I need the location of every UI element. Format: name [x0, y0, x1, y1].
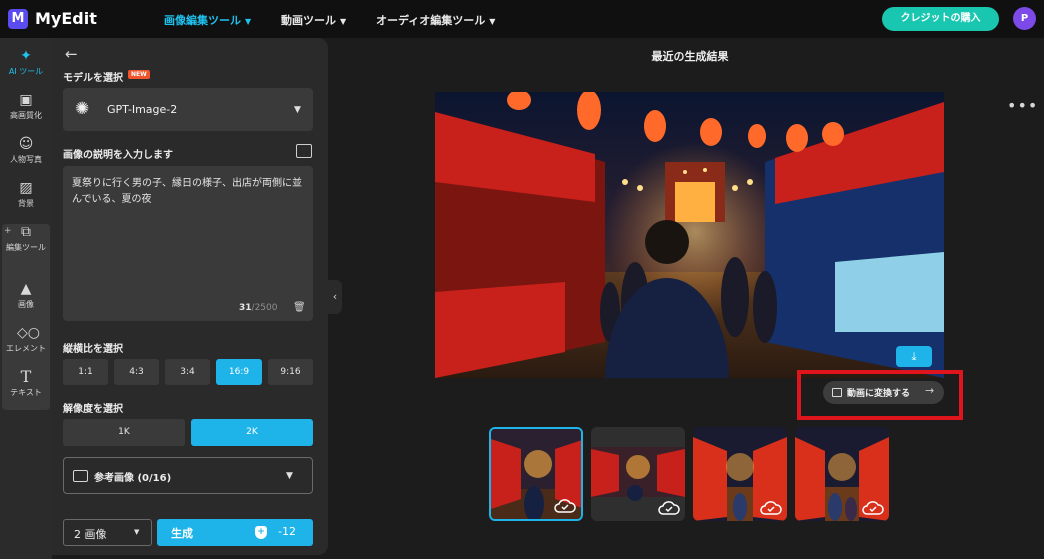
avatar[interactable]: P [1013, 7, 1036, 30]
resolution-button-2k[interactable]: 2K [191, 419, 313, 446]
chevron-down-icon: ▼ [245, 17, 252, 26]
resolution-label: 解像度を選択 [63, 404, 123, 415]
prompt-label: 画像の説明を入力します [63, 150, 173, 161]
openai-logo-icon: ✺ [75, 99, 90, 119]
new-badge: NEW [128, 70, 150, 79]
ratio-button-3-4[interactable]: 3:4 [165, 359, 210, 385]
rail-item-label: 高画質化 [10, 111, 42, 120]
thumbnail-2[interactable] [591, 427, 685, 521]
main-title: 最近の生成結果 [651, 50, 729, 63]
rail-item-label: 編集ツール [6, 243, 46, 252]
logo-icon[interactable]: M [8, 9, 28, 29]
rail-item-background[interactable]: ▨ 背景 [2, 174, 50, 216]
ratio-button-1-1[interactable]: 1:1 [63, 359, 108, 385]
caret-down-icon: ▼ [286, 471, 293, 481]
rail-item-label: エレメント [6, 344, 46, 353]
rail-item-element[interactable]: ◇○ エレメント [2, 319, 50, 361]
more-options-icon[interactable]: ••• [1007, 96, 1038, 115]
convert-to-video-label: 動画に変換する [847, 389, 911, 399]
rail-item-enhance[interactable]: ▣ 高画質化 [2, 86, 50, 128]
magic-wand-icon: ✦ [20, 48, 32, 64]
image-icon: ▲ [20, 281, 32, 297]
caret-down-icon: ▼ [134, 528, 140, 536]
cloud-check-icon [862, 500, 884, 516]
generate-button[interactable]: 生成 + -12 [157, 519, 313, 546]
chevron-down-icon: ▼ [489, 17, 496, 26]
ratio-button-9-16[interactable]: 9:16 [268, 359, 313, 385]
thumbnail-3[interactable] [693, 427, 787, 521]
app-root: M MyEdit 画像編集ツール ▼ 動画ツール ▼ オーディオ編集ツール ▼ クレジ… [0, 0, 1044, 559]
chevron-left-icon: ‹ [332, 290, 338, 303]
rail-item-label: 画像 [18, 300, 34, 309]
nav-video-tools[interactable]: 動画ツール ▼ [281, 12, 346, 28]
buy-credits-button[interactable]: クレジットの購入 [882, 7, 999, 31]
generate-cost: -12 [278, 525, 296, 538]
festival-scene-image [435, 92, 944, 378]
rail-item-ai-tools[interactable]: ✦ AI ツール [2, 42, 50, 84]
nav-audio-tools[interactable]: オーディオ編集ツール ▼ [376, 12, 495, 28]
rail-item-label: 背景 [18, 199, 34, 208]
caret-down-icon: ▼ [294, 105, 301, 115]
char-counter: 31/2500 [239, 303, 277, 313]
reference-image-label: 参考画像 (0/16) [94, 473, 172, 484]
thumbnail-4[interactable] [795, 427, 889, 521]
top-bar: M MyEdit 画像編集ツール ▼ 動画ツール ▼ オーディオ編集ツール ▼ クレジ… [0, 0, 1044, 38]
shapes-icon: ◇○ [17, 325, 40, 341]
rail-item-portrait[interactable]: ☺ 人物写真 [2, 130, 50, 172]
rail-item-label: 人物写真 [10, 155, 42, 164]
image-count-value: 2 画像 [74, 528, 107, 541]
back-arrow-icon[interactable]: ← [65, 45, 78, 63]
trash-icon[interactable]: 🗑 [293, 302, 306, 313]
logo-text[interactable]: MyEdit [35, 9, 97, 28]
enhance-icon: ▣ [19, 92, 33, 108]
crop-icon: ⧉ [21, 224, 31, 240]
cloud-check-icon [554, 498, 576, 514]
model-select[interactable]: ✺ GPT-Image-2 ▼ [63, 88, 313, 131]
rail-item-edit-tools[interactable]: ⧉ 編集ツール [2, 218, 50, 260]
generate-label: 生成 [171, 527, 193, 540]
portrait-icon: ☺ [18, 136, 34, 152]
image-prompt-icon[interactable] [296, 144, 312, 158]
rail-item-text[interactable]: T テキスト [2, 363, 50, 405]
text-icon: T [20, 367, 32, 386]
nav-audio-tools-label: オーディオ編集ツール [376, 14, 486, 27]
thumbnail-1[interactable] [489, 427, 583, 521]
nav-image-tools-label: 画像編集ツール [164, 14, 241, 27]
resolution-button-1k[interactable]: 1K [63, 419, 185, 446]
collapse-panel-handle[interactable]: ‹ [328, 280, 342, 314]
reference-image-select[interactable]: 参考画像 (0/16) ▼ [63, 457, 313, 494]
chevron-down-icon: ▼ [340, 17, 347, 26]
ratio-button-16-9[interactable]: 16:9 [216, 359, 262, 385]
arrow-right-icon: → [925, 384, 935, 397]
generated-image[interactable] [435, 92, 944, 378]
rail-item-image[interactable]: ▲ 画像 [2, 275, 50, 317]
model-value: GPT-Image-2 [107, 103, 178, 116]
prompt-text: 夏祭りに行く男の子、縁日の様子、出店が両側に並んでいる、夏の夜 [72, 178, 302, 205]
ratio-label: 縦横比を選択 [63, 344, 123, 355]
download-icon: ⤓ [911, 350, 917, 363]
cloud-check-icon [760, 500, 782, 516]
char-limit: /2500 [251, 303, 278, 313]
cloud-check-icon [658, 500, 680, 516]
nav-image-tools[interactable]: 画像編集ツール ▼ [164, 12, 251, 28]
model-label: モデルを選択 [63, 73, 123, 84]
video-icon [832, 388, 842, 397]
reference-image-icon [73, 470, 88, 482]
ratio-button-4-3[interactable]: 4:3 [114, 359, 159, 385]
rail-item-label: AI ツール [8, 67, 44, 76]
download-button[interactable]: ⤓ [896, 346, 932, 367]
background-icon: ▨ [19, 180, 33, 196]
char-count: 31 [239, 303, 252, 313]
convert-to-video-button[interactable]: 動画に変換する → [823, 381, 944, 404]
image-count-select[interactable]: 2 画像 ▼ [63, 519, 152, 546]
rail-item-label: テキスト [10, 388, 42, 397]
credit-shield-icon: + [255, 526, 267, 539]
nav-video-tools-label: 動画ツール [281, 14, 336, 27]
